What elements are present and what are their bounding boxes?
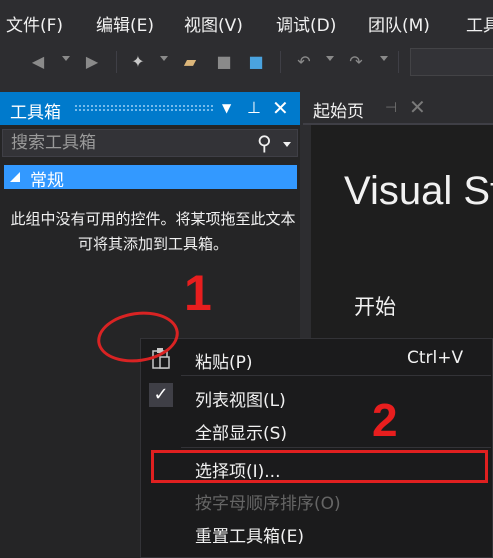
- annotation-step-1: 1: [184, 265, 212, 321]
- expand-caret-icon[interactable]: [10, 172, 20, 182]
- toolbar-separator: [116, 51, 117, 73]
- menu-item-list-view[interactable]: ✓ 列表视图(L): [141, 381, 493, 411]
- menu-team[interactable]: 团队(M): [368, 11, 430, 36]
- redo-dropdown-icon[interactable]: [380, 56, 388, 61]
- toolbox-title: 工具箱: [10, 103, 61, 123]
- search-input[interactable]: [11, 133, 251, 153]
- save-icon[interactable]: ■: [214, 52, 234, 72]
- forward-icon[interactable]: ▶: [82, 52, 102, 72]
- close-icon[interactable]: ✕: [409, 95, 426, 119]
- toolbar: ◀ ▶ ✦ ▰ ■ ■ ↶ ↷: [0, 40, 493, 82]
- menu-debug[interactable]: 调试(D): [276, 11, 336, 36]
- pin-icon[interactable]: ⊣: [385, 100, 397, 116]
- menu-tools[interactable]: 工具: [466, 11, 493, 36]
- undo-dropdown-icon[interactable]: [326, 56, 334, 61]
- product-title: Visual Studio: [344, 169, 493, 213]
- context-menu: 粘贴(P) Ctrl+V ✓ 列表视图(L) 全部显示(S) 选择项(I)...…: [140, 338, 493, 558]
- menu-item-label: 重置工具箱(E): [195, 527, 305, 547]
- search-options-dropdown-icon[interactable]: [283, 142, 291, 147]
- menu-item-sort-alphabetically: 按字母顺序排序(O): [141, 484, 493, 514]
- checkmark-icon: ✓: [153, 384, 169, 405]
- menu-item-label: 按字母顺序排序(O): [195, 494, 341, 514]
- redo-icon[interactable]: ↷: [346, 52, 366, 72]
- menu-item-label: 全部显示(S): [195, 424, 288, 444]
- annotation-step-2: 2: [372, 394, 398, 446]
- new-project-dropdown-icon[interactable]: [160, 56, 168, 61]
- save-all-icon[interactable]: ■: [246, 52, 266, 72]
- back-dropdown-icon[interactable]: [62, 56, 70, 61]
- menu-item-label: 粘贴(P): [195, 353, 253, 373]
- toolbar-separator: [280, 51, 281, 73]
- menu-item-shortcut: Ctrl+V: [407, 348, 464, 368]
- close-icon[interactable]: ✕: [272, 96, 289, 120]
- menu-edit[interactable]: 编辑(E): [96, 11, 154, 36]
- toolbox-group-general[interactable]: 常规: [4, 165, 297, 191]
- menu-item-reset-toolbox[interactable]: 重置工具箱(E): [141, 517, 493, 547]
- toolbox-search: ⚲: [2, 129, 298, 157]
- menu-item-paste[interactable]: 粘贴(P) Ctrl+V: [141, 343, 493, 373]
- back-icon[interactable]: ◀: [28, 52, 48, 72]
- undo-icon[interactable]: ↶: [294, 52, 314, 72]
- drag-grip[interactable]: [74, 104, 214, 112]
- pin-icon[interactable]: ⊥: [247, 96, 261, 120]
- tab-label: 起始页: [313, 102, 364, 122]
- toolbar-separator: [398, 51, 399, 73]
- menu-view[interactable]: 视图(V): [184, 11, 243, 36]
- menu-bar: 文件(F) 编辑(E) 视图(V) 调试(D) 团队(M) 工具: [0, 0, 493, 40]
- window-position-icon[interactable]: ▼: [222, 96, 231, 120]
- new-project-icon[interactable]: ✦: [128, 52, 148, 72]
- annotation-highlight-box: [151, 450, 488, 483]
- menu-file[interactable]: 文件(F): [6, 11, 63, 36]
- tab-start-page[interactable]: 起始页 ⊣ ✕: [303, 92, 437, 123]
- menu-separator: [181, 447, 491, 448]
- menu-item-show-all[interactable]: 全部显示(S): [141, 414, 493, 444]
- solution-config-dropdown[interactable]: [410, 48, 493, 76]
- menu-separator: [181, 375, 491, 376]
- open-folder-icon[interactable]: ▰: [180, 52, 200, 72]
- empty-group-message: 此组中没有可用的控件。将某项拖至此文本可将其添加到工具箱。: [10, 210, 296, 253]
- search-icon[interactable]: ⚲: [257, 131, 272, 155]
- group-label: 常规: [30, 171, 64, 191]
- menu-item-label: 列表视图(L): [195, 391, 286, 411]
- start-heading: 开始: [354, 295, 396, 319]
- toolbox-title-bar[interactable]: 工具箱 ▼ ⊥ ✕: [0, 92, 300, 125]
